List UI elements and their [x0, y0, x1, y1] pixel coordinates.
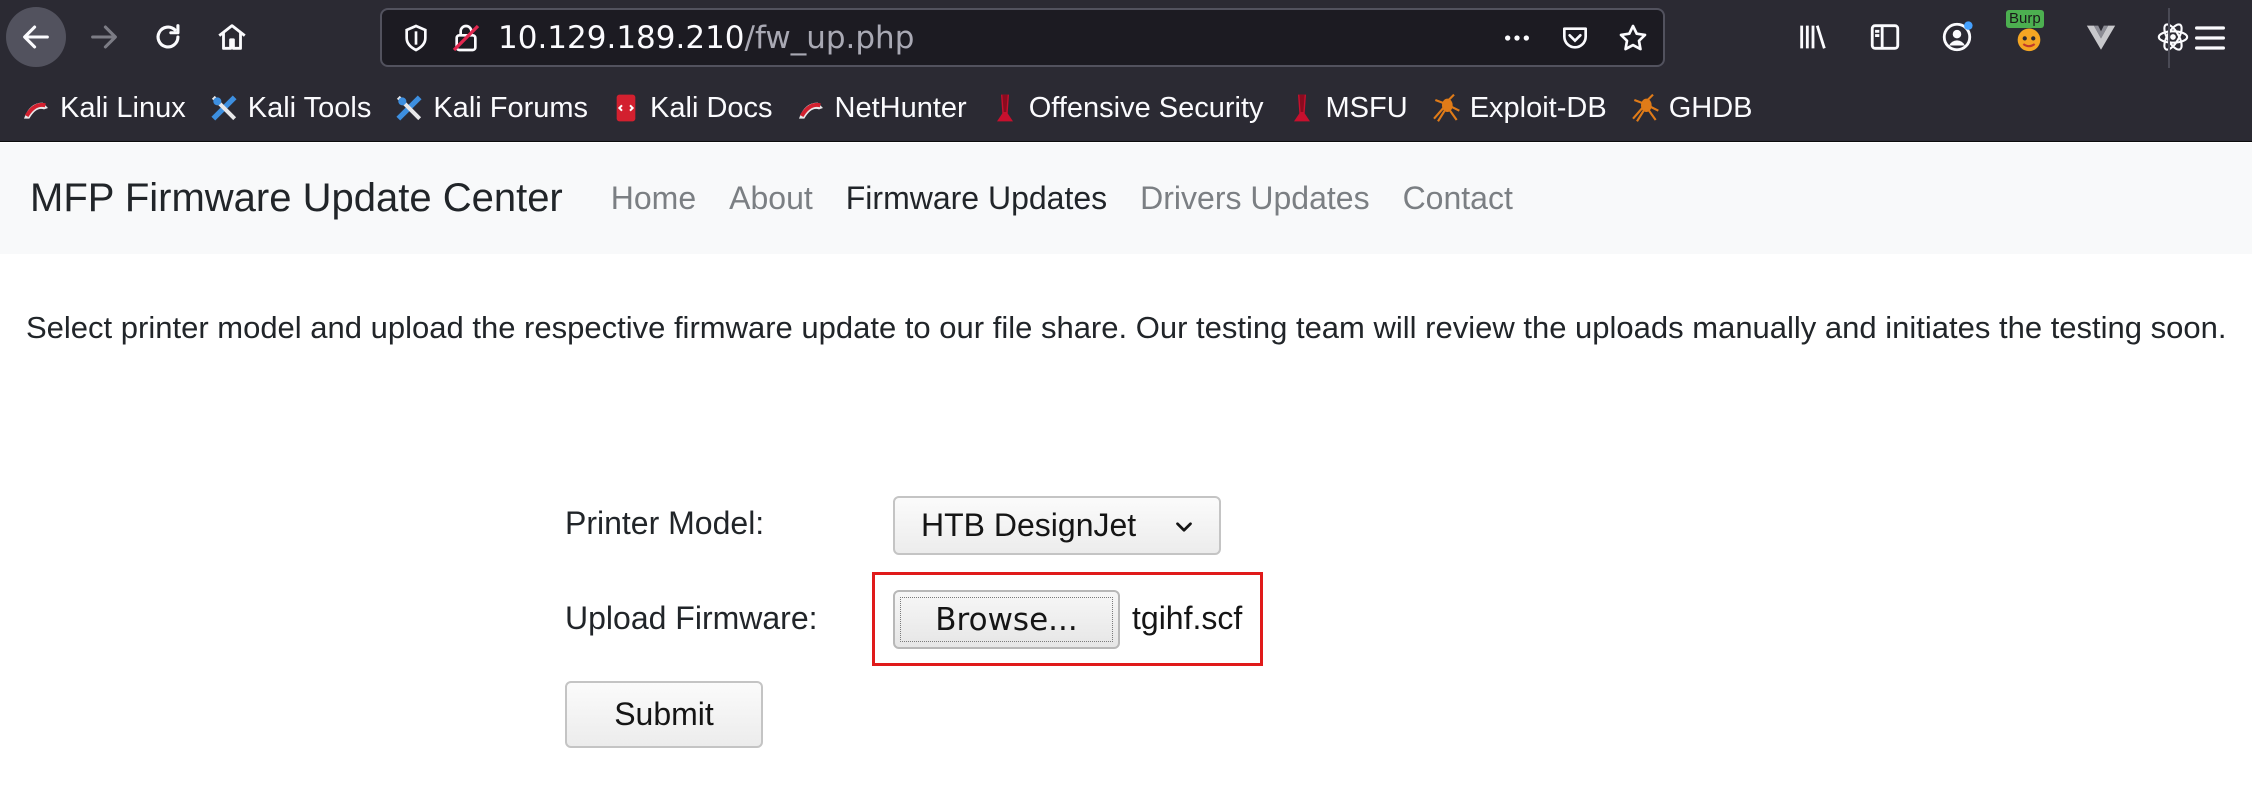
page-actions-icon[interactable] [1499, 20, 1535, 56]
kali-tools-icon [208, 92, 240, 124]
app-menu-icon[interactable] [2190, 18, 2230, 58]
account-icon[interactable] [1934, 14, 1980, 60]
nav-link-firmware-updates[interactable]: Firmware Updates [846, 180, 1107, 217]
home-button[interactable] [202, 7, 262, 67]
bookmark-label: Kali Linux [60, 91, 186, 124]
selected-file-name: tgihf.scf [1132, 600, 1243, 636]
upload-firmware-label: Upload Firmware: [565, 600, 818, 636]
browse-button[interactable]: Browse... [893, 590, 1120, 649]
exploit-db-spider-icon [1629, 92, 1661, 124]
offsec-icon [1286, 92, 1318, 124]
kali-dragon-icon [795, 92, 827, 124]
reload-icon [156, 24, 180, 49]
kali-docs-icon [610, 92, 642, 124]
bookmark-label: Kali Tools [247, 91, 372, 124]
url-path: /fw_up.php [744, 20, 915, 56]
printer-model-select[interactable]: HTB DesignJet [893, 496, 1221, 555]
exploit-db-spider-icon [1430, 92, 1462, 124]
browser-toolbar: 10.129.189.210/fw_up.php Burp [0, 0, 2252, 75]
printer-model-label: Printer Model: [565, 505, 765, 541]
bookmark-label: NetHunter [834, 91, 967, 124]
back-button[interactable] [6, 7, 66, 67]
submit-button[interactable]: Submit [565, 681, 763, 748]
insecure-lock-icon[interactable] [450, 22, 482, 54]
home-icon [218, 24, 246, 50]
kali-forums-icon [393, 92, 425, 124]
burp-badge: Burp [2006, 10, 2044, 28]
bookmark-kali-tools[interactable]: Kali Tools [208, 91, 372, 125]
bookmark-label: GHDB [1668, 91, 1753, 124]
bookmark-exploit-db[interactable]: Exploit-DB [1430, 92, 1607, 125]
burp-proxy-icon[interactable]: Burp [2006, 10, 2052, 60]
nav-link-about[interactable]: About [729, 180, 813, 217]
forward-arrow-icon [91, 25, 117, 49]
bookmarks-toolbar: Kali Linux Kali Tools Kali Forums Kali D… [0, 75, 2252, 142]
intro-text: Select printer model and upload the resp… [26, 310, 2227, 345]
bookmark-offensive-security[interactable]: Offensive Security [989, 92, 1264, 125]
bookmark-label: Kali Forums [433, 91, 589, 124]
vue-devtools-icon[interactable] [2078, 14, 2124, 60]
bookmark-nethunter[interactable]: NetHunter [795, 92, 967, 125]
printer-model-value: HTB DesignJet [921, 507, 1137, 543]
tracking-shield-icon[interactable] [400, 22, 432, 54]
bookmark-label: MSFU [1325, 91, 1408, 124]
bookmark-label: Kali Docs [650, 91, 773, 124]
sidebar-icon[interactable] [1862, 14, 1908, 60]
url-text[interactable]: 10.129.189.210/fw_up.php [498, 20, 914, 56]
back-arrow-icon [23, 25, 49, 49]
nav-link-home[interactable]: Home [611, 180, 696, 217]
offsec-icon [989, 92, 1021, 124]
bookmark-kali-docs[interactable]: Kali Docs [610, 92, 773, 125]
kali-dragon-icon [20, 92, 52, 124]
bookmark-label: Exploit-DB [1469, 91, 1607, 124]
toolbar-separator [2168, 8, 2170, 68]
site-brand[interactable]: MFP Firmware Update Center [30, 176, 563, 221]
bookmark-msfu[interactable]: MSFU [1286, 92, 1408, 125]
bookmark-kali-forums[interactable]: Kali Forums [393, 92, 588, 125]
reload-button[interactable] [138, 7, 198, 67]
forward-button[interactable] [74, 7, 134, 67]
library-icon[interactable] [1790, 14, 1836, 60]
chevron-down-icon [1176, 522, 1192, 532]
bookmark-kali-linux[interactable]: Kali Linux [20, 92, 186, 125]
nav-link-drivers-updates[interactable]: Drivers Updates [1140, 180, 1369, 217]
url-bar[interactable]: 10.129.189.210/fw_up.php [380, 8, 1665, 67]
pocket-icon[interactable] [1557, 20, 1593, 56]
bookmark-star-icon[interactable] [1615, 20, 1651, 56]
nav-link-contact[interactable]: Contact [1403, 180, 1513, 217]
bookmark-ghdb[interactable]: GHDB [1629, 91, 1753, 125]
bookmark-label: Offensive Security [1028, 91, 1264, 124]
site-navbar: MFP Firmware Update Center Home About Fi… [0, 143, 2252, 254]
url-host: 10.129.189.210 [498, 20, 745, 56]
